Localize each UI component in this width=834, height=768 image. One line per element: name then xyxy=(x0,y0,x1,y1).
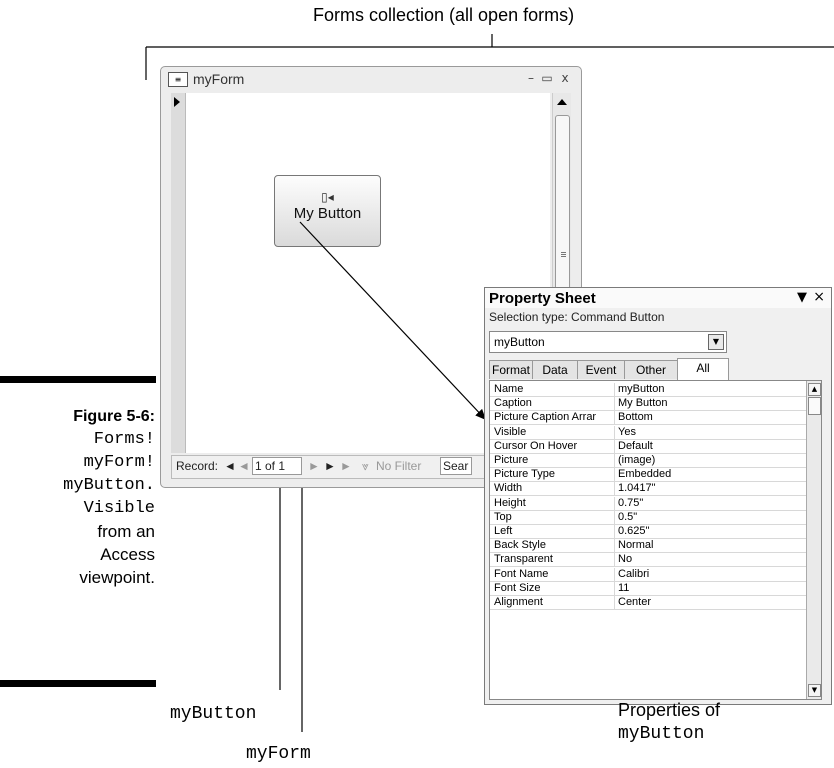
property-name: Left xyxy=(494,525,513,537)
tab-format[interactable]: Format xyxy=(489,360,533,379)
property-name: Font Name xyxy=(494,567,549,580)
caption-bottom-rule xyxy=(0,680,156,687)
property-name: Back Style xyxy=(494,539,546,552)
properties-of-target: myButton xyxy=(618,724,705,744)
property-value[interactable]: 11 xyxy=(618,582,629,595)
caption-line: myButton. xyxy=(63,476,155,495)
property-sheet-title: Property Sheet xyxy=(489,290,596,307)
property-name: Font Size xyxy=(494,581,541,594)
scroll-down-icon[interactable]: ▼ xyxy=(808,684,821,697)
property-value[interactable]: (image) xyxy=(618,454,655,467)
property-row[interactable]: Picture (image) xyxy=(490,454,806,468)
column-divider xyxy=(614,454,615,467)
myform-callout: myForm xyxy=(246,744,311,764)
property-value[interactable]: myButton xyxy=(618,383,664,396)
scroll-thumb[interactable] xyxy=(808,397,821,415)
property-value[interactable]: Normal xyxy=(618,539,653,552)
property-value[interactable]: Yes xyxy=(618,426,636,439)
property-name: Alignment xyxy=(494,596,543,608)
property-value[interactable]: Embedded xyxy=(618,468,671,481)
property-name: Picture Caption Arrar xyxy=(494,411,597,424)
property-row[interactable]: Transparent No xyxy=(490,553,806,568)
column-divider xyxy=(614,596,615,609)
property-value[interactable]: 0.5" xyxy=(618,511,637,524)
column-divider xyxy=(614,553,615,567)
property-row[interactable]: Width 1.0417" xyxy=(490,482,806,497)
property-row[interactable]: Visible Yes xyxy=(490,425,806,440)
sheet-menu-icon[interactable]: ▼ xyxy=(797,290,807,305)
property-name: Picture Type xyxy=(494,468,555,481)
column-divider xyxy=(614,482,615,496)
column-divider xyxy=(614,581,615,595)
figure-caption: Figure 5-6: Forms! myForm! myButton. Vis… xyxy=(63,405,155,589)
property-name: Picture xyxy=(494,454,529,466)
column-divider xyxy=(614,525,615,538)
close-icon[interactable]: × xyxy=(813,289,825,305)
property-name: Top xyxy=(494,510,512,523)
property-row[interactable]: Height 0.75" xyxy=(490,496,806,511)
property-value[interactable]: Center xyxy=(618,596,651,609)
figure-number: Figure 5-6: xyxy=(73,408,155,425)
caption-line: from an xyxy=(97,522,155,541)
property-row[interactable]: Caption My Button xyxy=(490,397,806,412)
property-row[interactable]: Name myButton xyxy=(490,383,806,397)
column-divider xyxy=(614,439,615,453)
property-value[interactable]: My Button xyxy=(618,397,668,410)
property-name: Height xyxy=(494,496,526,509)
property-value[interactable]: Default xyxy=(618,440,653,453)
column-divider xyxy=(614,468,615,482)
caption-line: Visible xyxy=(83,499,155,518)
caption-top-rule xyxy=(0,376,156,383)
tab-other[interactable]: Other xyxy=(624,360,678,379)
property-name: Caption xyxy=(494,397,532,410)
column-divider xyxy=(614,383,615,396)
property-value[interactable]: No xyxy=(618,553,632,566)
property-row[interactable]: Picture Type Embedded xyxy=(490,468,806,483)
property-row[interactable]: Picture Caption Arrar Bottom xyxy=(490,411,806,426)
property-row[interactable]: Left 0.625" xyxy=(490,525,806,539)
properties-of-callout: Properties of xyxy=(618,700,721,720)
caption-line: Forms! xyxy=(93,430,155,449)
tab-data[interactable]: Data xyxy=(532,360,578,379)
column-divider xyxy=(614,567,615,581)
selection-type: Selection type: Command Button xyxy=(489,310,665,324)
property-value[interactable]: Calibri xyxy=(618,568,649,581)
property-value[interactable]: 0.625" xyxy=(618,525,649,538)
property-row[interactable]: Back Style Normal xyxy=(490,539,806,554)
property-sheet-titlebar[interactable]: Property Sheet ▼ × xyxy=(485,288,831,308)
property-row[interactable]: Font Name Calibri xyxy=(490,567,806,582)
column-divider xyxy=(614,496,615,510)
property-value[interactable]: Bottom xyxy=(618,411,653,424)
column-divider xyxy=(614,411,615,425)
tab-all[interactable]: All xyxy=(677,358,729,380)
property-row[interactable]: Font Size 11 xyxy=(490,581,806,596)
property-row[interactable]: Alignment Center xyxy=(490,596,806,610)
tab-event[interactable]: Event xyxy=(577,360,625,379)
column-divider xyxy=(614,425,615,439)
property-value[interactable]: 0.75" xyxy=(618,497,643,510)
property-row[interactable]: Cursor On Hover Default xyxy=(490,439,806,454)
scroll-up-icon[interactable]: ▲ xyxy=(808,383,821,396)
column-divider xyxy=(614,510,615,524)
caption-line: myForm! xyxy=(83,453,155,472)
property-grid-scrollbar[interactable]: ▲ ▼ xyxy=(806,381,821,699)
property-name: Width xyxy=(494,482,523,495)
mybutton-callout: myButton xyxy=(170,704,257,724)
property-value[interactable]: 1.0417" xyxy=(618,482,656,495)
object-selector-value: myButton xyxy=(494,335,545,349)
column-divider xyxy=(614,539,615,553)
property-name: Visible xyxy=(494,425,527,438)
caption-line: Access xyxy=(100,545,155,564)
property-name: Name xyxy=(494,383,524,395)
caption-line: viewpoint. xyxy=(79,568,155,587)
column-divider xyxy=(614,397,615,411)
property-row[interactable]: Top 0.5" xyxy=(490,510,806,525)
property-name: Cursor On Hover xyxy=(494,439,578,452)
object-selector[interactable]: myButton ▼ xyxy=(489,331,727,353)
property-grid: Name myButton Caption My Button Picture Capt… xyxy=(489,380,822,700)
chevron-down-icon[interactable]: ▼ xyxy=(708,334,724,350)
property-name: Transparent xyxy=(494,553,553,566)
property-sheet: Property Sheet ▼ × Selection type: Comma… xyxy=(484,287,832,705)
